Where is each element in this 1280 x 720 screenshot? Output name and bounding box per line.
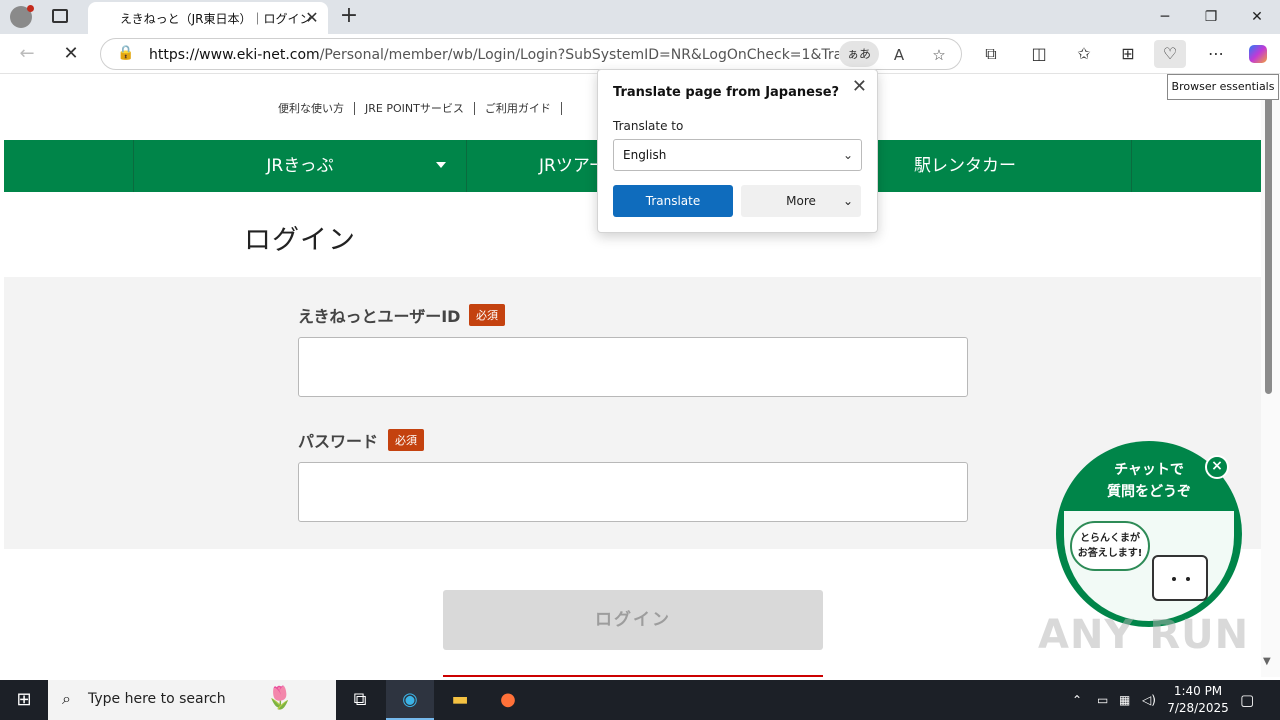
url-path: /Personal/member/wb/Login/Login?SubSyste…: [319, 47, 839, 63]
nav-divider: [1131, 140, 1261, 192]
mascot-eye-right: [1186, 577, 1190, 581]
clock-time: 1:40 PM: [1173, 684, 1223, 698]
nav-label-rent-a-car: 駅レンタカー: [914, 156, 1016, 176]
util-link-howto[interactable]: 便利な使い方: [272, 102, 355, 115]
language-value: English: [623, 148, 667, 162]
password-label: パスワード: [298, 432, 379, 451]
taskbar-search[interactable]: ⌕ Type here to search 🌷: [48, 680, 336, 720]
new-tab-button[interactable]: +: [338, 4, 360, 28]
show-hidden-icons-icon[interactable]: ⌃: [1072, 680, 1082, 720]
chat-bubble-line2: お答えします!: [1077, 548, 1143, 559]
close-icon[interactable]: ✕: [852, 76, 867, 97]
restore-button[interactable]: ❐: [1188, 0, 1234, 34]
clock-date: 7/28/2025: [1167, 701, 1229, 715]
scrollbar-thumb[interactable]: [1265, 96, 1272, 394]
chevron-down-icon: ⌄: [842, 148, 853, 162]
chevron-down-icon: ⌄: [842, 194, 853, 208]
translate-page-icon[interactable]: ぁあ: [839, 41, 879, 67]
tab-strip: えきねっと（JR東日本）｜ログイン ✕ + ─ ❐ ✕: [0, 0, 1280, 34]
scroll-down-arrow[interactable]: ▼: [1263, 656, 1271, 667]
edge-taskbar-icon[interactable]: ◉: [386, 680, 434, 720]
tulip-decoration-icon: 🌷: [266, 686, 294, 711]
browser-essentials-icon[interactable]: ♡: [1154, 40, 1186, 68]
collections-icon[interactable]: ⊞: [1112, 40, 1144, 68]
stop-loading-button[interactable]: ✕: [56, 40, 86, 68]
volume-icon[interactable]: ◁): [1142, 680, 1156, 720]
notifications-icon[interactable]: ▢: [1240, 680, 1254, 720]
more-button-label: More: [786, 194, 816, 208]
tab-close-icon[interactable]: ✕: [302, 8, 322, 28]
extensions-icon[interactable]: ⧉: [975, 40, 1007, 68]
page-title: ログイン: [244, 225, 356, 256]
utility-links: 便利な使い方 JRE POINTサービス ご利用ガイド: [272, 100, 562, 116]
secondary-button-edge: [443, 675, 823, 677]
language-select[interactable]: English ⌄: [613, 139, 862, 171]
nav-item-jr-kippu[interactable]: JRきっぷ: [133, 140, 466, 192]
tab-title: えきねっと（JR東日本）｜ログイン: [120, 12, 312, 26]
util-link-guide[interactable]: ご利用ガイド: [474, 102, 562, 115]
translate-button[interactable]: Translate: [613, 185, 733, 217]
site-info-icon[interactable]: 🔒: [117, 45, 134, 61]
settings-more-icon[interactable]: ⋯: [1200, 40, 1232, 68]
search-icon: ⌕: [62, 689, 71, 708]
file-explorer-icon[interactable]: ▬: [436, 680, 484, 720]
mascot-eye-left: [1172, 577, 1176, 581]
user-id-label: えきねっとユーザーID: [298, 307, 461, 326]
usb-icon[interactable]: ▭: [1097, 680, 1108, 720]
translate-popup: Translate page from Japanese? ✕ Translat…: [597, 69, 878, 233]
watermark: ANY RUN: [1038, 612, 1250, 658]
taskbar-clock[interactable]: 1:40 PM 7/28/2025: [1160, 683, 1236, 717]
user-id-input[interactable]: [298, 337, 968, 397]
taskbar-search-placeholder: Type here to search: [88, 691, 226, 707]
user-id-required-badge: 必須: [469, 304, 505, 326]
browser-essentials-tooltip: Browser essentials: [1167, 74, 1279, 100]
copilot-icon[interactable]: [1242, 40, 1274, 68]
chat-close-button[interactable]: ×: [1205, 455, 1229, 479]
address-bar[interactable]: 🔒 https://www.eki-net.com/Personal/membe…: [100, 38, 962, 70]
nav-label-jr-kippu: JRきっぷ: [266, 156, 334, 176]
back-button[interactable]: ←: [12, 40, 42, 68]
more-button[interactable]: More ⌄: [741, 185, 861, 217]
profile-notification-dot: [27, 5, 34, 12]
url-text[interactable]: https://www.eki-net.com/Personal/member/…: [149, 47, 839, 63]
network-icon[interactable]: ▦: [1119, 680, 1130, 720]
read-aloud-icon[interactable]: A: [887, 43, 911, 67]
chat-heading-line2: 質問をどうぞ: [1107, 484, 1191, 500]
navigation-bar: ← ✕ 🔒 https://www.eki-net.com/Personal/m…: [0, 34, 1280, 74]
split-screen-icon[interactable]: ◫: [1023, 40, 1055, 68]
chat-bubble: とらんくまが お答えします!: [1070, 521, 1150, 571]
tab-active[interactable]: えきねっと（JR東日本）｜ログイン ✕: [88, 2, 328, 34]
chevron-down-icon: [436, 162, 446, 168]
favorites-icon[interactable]: ✩: [1068, 40, 1100, 68]
password-required-badge: 必須: [388, 429, 424, 451]
util-link-jre-point[interactable]: JRE POINTサービス: [355, 102, 475, 115]
login-button[interactable]: ログイン: [443, 590, 823, 650]
favorite-star-icon[interactable]: ☆: [927, 43, 951, 67]
password-input[interactable]: [298, 462, 968, 522]
url-host: https://www.eki-net.com: [149, 47, 320, 63]
taskbar: ⊞ ⌕ Type here to search 🌷 ⧉ ◉ ▬ ● ⌃ ▭ ▦ …: [0, 680, 1280, 720]
windows-start-icon[interactable]: ⊞: [0, 680, 48, 720]
nav-label-jr-tour: JRツアー: [539, 156, 606, 176]
translate-to-label: Translate to: [613, 119, 684, 133]
task-view-icon[interactable]: ⧉: [336, 680, 384, 720]
translate-popup-title: Translate page from Japanese?: [613, 85, 840, 100]
chat-bubble-line1: とらんくまが: [1080, 533, 1140, 544]
firefox-icon[interactable]: ●: [484, 680, 532, 720]
mascot-icon: [1152, 555, 1208, 601]
tab-actions-icon[interactable]: [52, 9, 68, 23]
close-window-button[interactable]: ✕: [1234, 0, 1280, 34]
minimize-button[interactable]: ─: [1142, 0, 1188, 34]
